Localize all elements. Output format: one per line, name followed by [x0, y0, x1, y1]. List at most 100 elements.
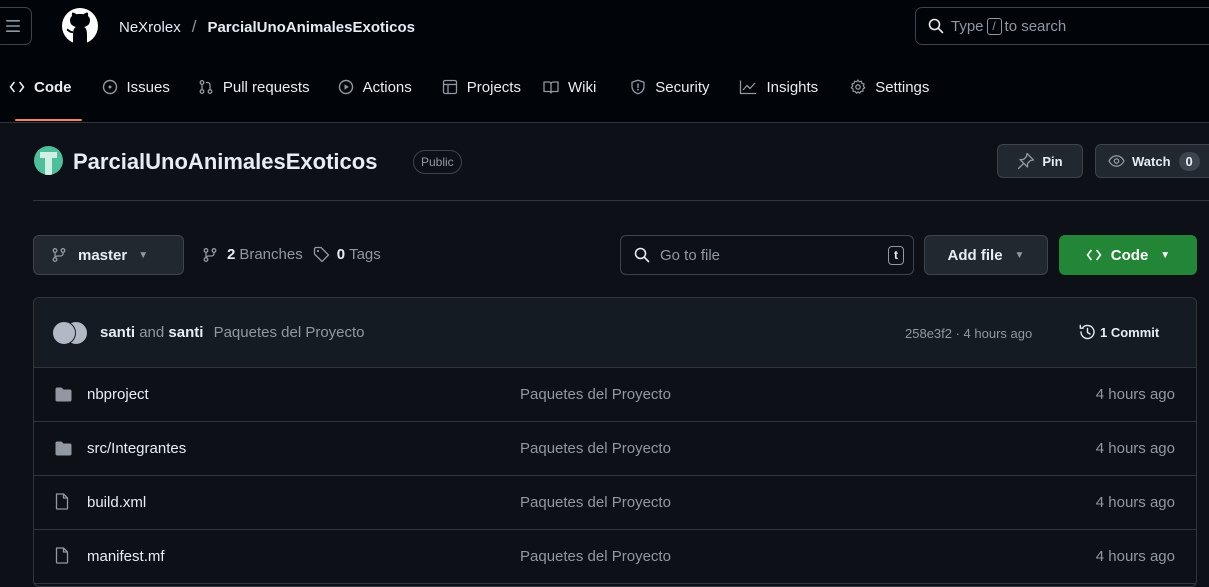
commit-summary: santi and santi Paquetes del Proyecto: [100, 324, 365, 341]
add-file-label: Add file: [947, 246, 1003, 264]
visibility-badge: Public: [413, 150, 462, 174]
file-name[interactable]: manifest.mf: [87, 548, 165, 565]
file-commit-message[interactable]: Paquetes del Proyecto: [520, 440, 671, 457]
pull-request-icon: [198, 79, 214, 95]
file-row-build-xml[interactable]: build.xml Paquetes del Proyecto 4 hours …: [34, 476, 1196, 530]
avatar: [52, 320, 76, 345]
commit-avatars[interactable]: [52, 320, 90, 345]
tab-pull-requests-label: Pull requests: [222, 78, 310, 96]
code-icon: [9, 79, 25, 95]
code-icon: [1086, 247, 1102, 263]
file-row-manifest-mf[interactable]: manifest.mf Paquetes del Proyecto 4 hour…: [34, 530, 1196, 584]
global-header: NeXrolex / ParcialUnoAnimalesExoticos Ty…: [0, 0, 1209, 123]
tab-security-label: Security: [655, 78, 710, 96]
go-to-file-input[interactable]: Go to file t: [620, 235, 914, 275]
file-name[interactable]: nbproject: [87, 386, 149, 403]
add-file-button[interactable]: Add file ▼: [924, 235, 1048, 275]
breadcrumb-separator: /: [191, 17, 197, 36]
tab-projects[interactable]: Projects: [442, 62, 521, 112]
tab-actions[interactable]: Actions: [338, 62, 412, 112]
folder-icon: [55, 387, 72, 402]
hamburger-icon: [6, 20, 20, 32]
watch-button[interactable]: Watch 0: [1095, 144, 1209, 178]
chevron-down-icon: ▼: [138, 249, 149, 261]
tab-issues-label: Issues: [126, 78, 170, 96]
commits-link[interactable]: 1 Commit: [1078, 323, 1159, 341]
code-button[interactable]: Code ▼: [1059, 235, 1197, 275]
history-icon: [1078, 323, 1096, 341]
tab-security[interactable]: Security: [630, 62, 709, 112]
breadcrumb: NeXrolex / ParcialUnoAnimalesExoticos: [119, 17, 415, 37]
file-age: 4 hours ago: [1095, 494, 1175, 511]
commit-and: and: [139, 324, 165, 341]
file-icon: [55, 547, 69, 564]
branch-icon: [51, 247, 67, 263]
file-name[interactable]: src/Integrantes: [87, 440, 186, 457]
title-divider: [33, 200, 1209, 201]
file-row-src-integrantes[interactable]: src/Integrantes Paquetes del Proyecto 4 …: [34, 422, 1196, 476]
commit-hash-time[interactable]: 258e3f2 · 4 hours ago: [905, 326, 1032, 341]
code-button-label: Code: [1110, 246, 1149, 264]
file-commit-message[interactable]: Paquetes del Proyecto: [520, 386, 671, 403]
commit-author[interactable]: santi: [100, 324, 135, 341]
branch-selector[interactable]: master ▼: [33, 235, 184, 275]
global-search-input[interactable]: Type / to search: [915, 7, 1209, 45]
tags-count[interactable]: 0: [337, 246, 345, 263]
watch-label: Watch: [1132, 153, 1171, 169]
tag-icon: [313, 246, 330, 263]
repo-owner-avatar[interactable]: [34, 146, 63, 175]
table-icon: [442, 79, 458, 95]
commits-count-label: 1 Commit: [1100, 324, 1160, 340]
file-row-nbproject[interactable]: nbproject Paquetes del Proyecto 4 hours …: [34, 368, 1196, 422]
file-browser: santi and santi Paquetes del Proyecto 25…: [33, 297, 1197, 587]
eye-icon: [1108, 153, 1125, 169]
chevron-down-icon: ▼: [1160, 249, 1171, 261]
pin-label: Pin: [1042, 153, 1063, 169]
gear-icon: [850, 79, 866, 95]
file-name[interactable]: build.xml: [87, 494, 146, 511]
folder-icon: [55, 441, 72, 456]
tab-settings-label: Settings: [875, 78, 930, 96]
commit-message[interactable]: Paquetes del Proyecto: [214, 324, 365, 341]
branches-icon: [202, 247, 218, 263]
branches-count[interactable]: 2: [227, 246, 235, 263]
file-age: 4 hours ago: [1095, 440, 1175, 457]
commit-coauthor[interactable]: santi: [168, 324, 203, 341]
tab-settings[interactable]: Settings: [850, 62, 929, 112]
repo-link[interactable]: ParcialUnoAnimalesExoticos: [207, 19, 415, 36]
tab-code[interactable]: Code: [9, 62, 81, 121]
tab-insights[interactable]: Insights: [739, 62, 818, 112]
tab-actions-label: Actions: [362, 78, 412, 96]
search-icon: [634, 247, 650, 263]
menu-button[interactable]: [0, 7, 32, 45]
owner-link[interactable]: NeXrolex: [119, 19, 181, 36]
tab-pull-requests[interactable]: Pull requests: [198, 62, 310, 112]
watch-count: 0: [1178, 151, 1200, 171]
repo-title[interactable]: ParcialUnoAnimalesExoticos: [73, 149, 377, 175]
file-icon: [55, 493, 69, 510]
go-to-file-placeholder: Go to file: [660, 246, 721, 264]
tab-wiki[interactable]: Wiki: [543, 62, 596, 112]
book-icon: [543, 79, 559, 95]
branches-link[interactable]: Branches: [239, 246, 302, 263]
tab-code-label: Code: [34, 78, 72, 96]
search-icon: [928, 18, 944, 34]
file-commit-message[interactable]: Paquetes del Proyecto: [520, 494, 671, 511]
branch-name: master: [78, 246, 128, 264]
file-age: 4 hours ago: [1095, 548, 1175, 565]
pin-button[interactable]: Pin: [997, 144, 1083, 178]
shield-icon: [630, 79, 646, 95]
search-shortcut-key: /: [986, 17, 1002, 35]
go-to-file-shortcut: t: [888, 246, 904, 265]
tab-issues[interactable]: Issues: [102, 62, 170, 112]
latest-commit-row: santi and santi Paquetes del Proyecto 25…: [34, 298, 1196, 368]
branch-meta: 2 Branches 0 Tags: [202, 246, 381, 263]
github-logo-icon[interactable]: [62, 8, 98, 44]
file-commit-message[interactable]: Paquetes del Proyecto: [520, 548, 671, 565]
pin-icon: [1017, 152, 1035, 170]
search-suffix: to search: [1004, 17, 1067, 35]
tags-link[interactable]: Tags: [349, 246, 381, 263]
graph-icon: [739, 79, 757, 95]
tab-insights-label: Insights: [766, 78, 819, 96]
issue-icon: [102, 79, 118, 95]
